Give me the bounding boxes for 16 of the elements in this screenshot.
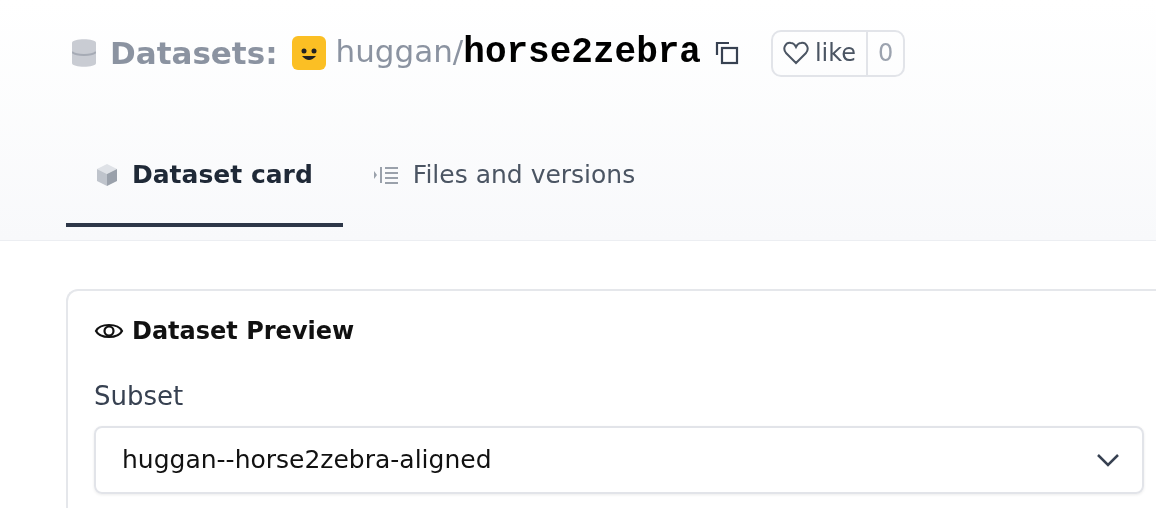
like-button[interactable]: like — [772, 31, 867, 75]
tab[interactable]: Dataset card — [66, 150, 343, 227]
chevron-down-icon — [1096, 453, 1120, 467]
subset-dropdown[interactable]: huggan--horse2zebra-aligned — [94, 426, 1144, 494]
database-icon — [72, 38, 96, 68]
subset-label: Subset — [94, 380, 185, 413]
dataset-name: horse2zebra — [463, 31, 701, 75]
like-count: 0 — [866, 31, 904, 75]
file-list-icon — [372, 164, 399, 185]
cube-icon — [96, 162, 118, 187]
preview-title: Dataset Preview — [132, 316, 355, 347]
copy-icon[interactable] — [714, 41, 739, 65]
smiley-avatar-icon — [291, 36, 326, 70]
section-label: Datasets: — [110, 33, 278, 73]
path-separator: / — [452, 32, 464, 71]
tab[interactable]: Files and versions — [342, 150, 666, 227]
